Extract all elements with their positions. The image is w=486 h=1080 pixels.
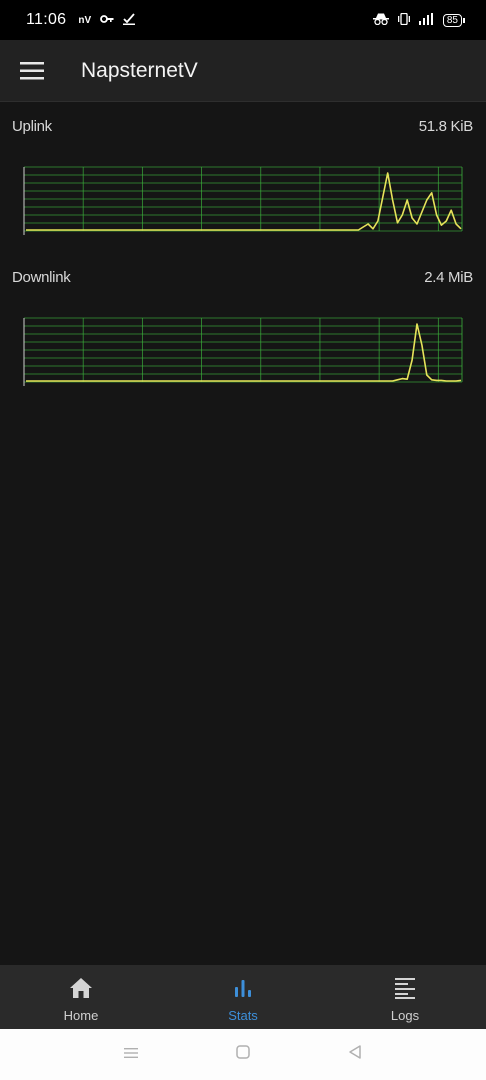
- back-triangle-icon[interactable]: [347, 1044, 363, 1065]
- home-square-icon[interactable]: [235, 1044, 251, 1065]
- uplink-graph: [23, 166, 463, 235]
- status-left-icons: nV: [78, 12, 136, 28]
- vibrate-icon: [397, 12, 411, 28]
- downlink-line: [26, 323, 462, 382]
- uplink-line: [26, 172, 462, 231]
- system-nav-bar: [0, 1029, 486, 1080]
- uplink-value: 51.8 KiB: [418, 118, 474, 135]
- uplink-label: Uplink: [12, 118, 52, 135]
- uplink-stat: Uplink 51.8 KiB: [0, 118, 486, 135]
- downlink-label: Downlink: [12, 269, 71, 286]
- bar-chart-icon: [232, 977, 254, 1004]
- status-time: 11:06: [26, 11, 67, 28]
- signal-icon: [418, 12, 435, 28]
- nav-stats-label: Stats: [228, 1008, 258, 1023]
- status-bar: 11:06 nV 85: [0, 0, 486, 40]
- incognito-icon: [372, 13, 389, 28]
- logs-icon: [393, 977, 417, 1004]
- app-bar: NapsternetV: [0, 40, 486, 102]
- key-icon: [100, 14, 114, 27]
- home-icon: [69, 977, 93, 1004]
- bottom-nav: Home Stats Logs: [0, 965, 486, 1029]
- downlink-value: 2.4 MiB: [424, 269, 473, 286]
- nv-icon: nV: [78, 14, 92, 26]
- app-title: NapsternetV: [81, 58, 198, 82]
- battery-icon: 85: [442, 13, 466, 27]
- downlink-stat: Downlink 2.4 MiB: [0, 269, 486, 286]
- check-icon: [123, 12, 136, 28]
- nav-stats[interactable]: Stats: [162, 965, 324, 1029]
- hamburger-menu-icon[interactable]: [0, 40, 64, 102]
- nav-home-label: Home: [63, 1008, 99, 1023]
- nav-logs[interactable]: Logs: [324, 965, 486, 1029]
- status-right-icons: 85: [372, 12, 466, 28]
- downlink-graph: [23, 317, 463, 386]
- nav-home[interactable]: Home: [0, 965, 162, 1029]
- recents-icon[interactable]: [123, 1046, 139, 1064]
- nav-logs-label: Logs: [390, 1008, 420, 1023]
